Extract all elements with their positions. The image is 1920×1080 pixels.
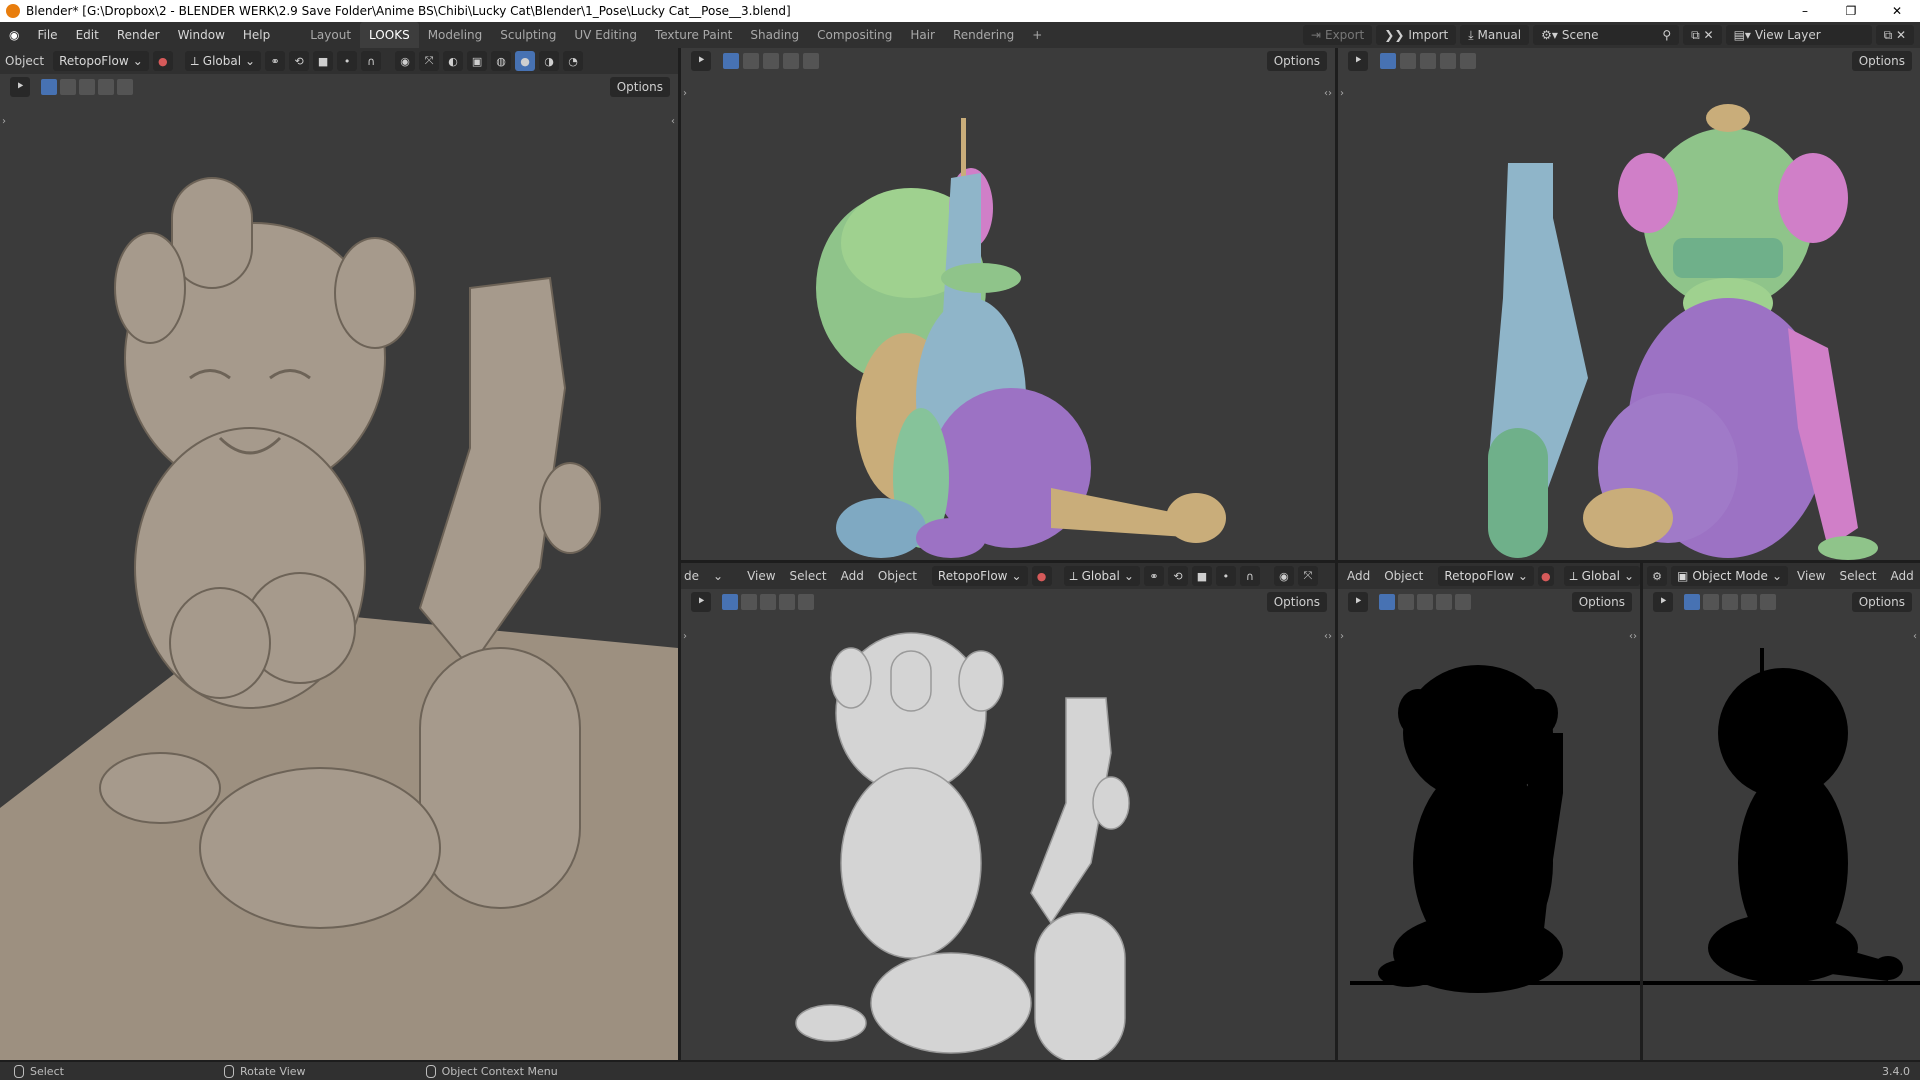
mouse-left-icon <box>14 1064 24 1078</box>
status-context-menu: Object Context Menu <box>425 1064 558 1078</box>
blender-menu-icon[interactable]: ◉ <box>0 22 28 48</box>
import-button[interactable]: ❯❯ Import <box>1376 25 1457 45</box>
mouse-right-icon <box>425 1064 436 1078</box>
menu-window[interactable]: Window <box>169 22 234 48</box>
menu-render[interactable]: Render <box>108 22 169 48</box>
viewport-bottom-right-a[interactable]: Add Object RetopoFlow ⌄ ● ⟂ Global ⌄ ⯈ Opti… <box>1338 563 1640 1060</box>
status-select: Select <box>14 1064 64 1078</box>
tab-sculpting[interactable]: Sculpting <box>491 22 565 48</box>
tab-modeling[interactable]: Modeling <box>419 22 492 48</box>
manual-button[interactable]: ⤓ Manual <box>1460 25 1530 45</box>
restore-button[interactable]: ❐ <box>1828 0 1874 22</box>
close-button[interactable]: ✕ <box>1874 0 1920 22</box>
scene-selector[interactable]: ⚙▾ Scene ⚲ <box>1533 25 1680 45</box>
export-button[interactable]: ⇥ Export <box>1302 25 1373 45</box>
tab-compositing[interactable]: Compositing <box>808 22 901 48</box>
mouse-middle-icon <box>223 1064 234 1078</box>
silhouette-front <box>1350 665 1640 993</box>
sculpt-model-render <box>0 177 678 1060</box>
blender-logo-icon <box>6 4 20 18</box>
silhouette-side <box>1643 648 1920 985</box>
viewport-left[interactable]: Object RetopoFlow ⌄ ● ⟂ Global ⌄ ⚭ ⟲ ■ • ∩ … <box>0 48 678 1060</box>
export-icon: ⇥ <box>1310 28 1321 42</box>
menu-help[interactable]: Help <box>234 22 279 48</box>
menu-file[interactable]: File <box>28 22 66 48</box>
tab-uv-editing[interactable]: UV Editing <box>565 22 646 48</box>
view-layer-selector[interactable]: ▤▾ View Layer <box>1725 25 1872 45</box>
menu-edit[interactable]: Edit <box>67 22 108 48</box>
front-view-gray-model <box>795 632 1130 1060</box>
download-icon: ⤓ <box>1468 28 1474 42</box>
tab-hair[interactable]: Hair <box>901 22 944 48</box>
viewport-bottom-right-b[interactable]: ⚙ ▣ Object Mode ⌄ View Select Add ⯈ Option… <box>1643 563 1920 1060</box>
back-view-colored-model <box>1488 104 1878 560</box>
character-figure <box>99 177 601 929</box>
status-rotate: Rotate View <box>223 1064 306 1078</box>
tab-rendering[interactable]: Rendering <box>944 22 1023 48</box>
minimize-button[interactable]: – <box>1782 0 1828 22</box>
version-label: 3.4.0 <box>1882 1064 1910 1078</box>
status-bar: Select Rotate View Object Context Menu 3… <box>0 1062 1920 1080</box>
tab-shading[interactable]: Shading <box>741 22 808 48</box>
view-layer-icon: ▤▾ <box>1733 28 1751 42</box>
viewport-top-mid[interactable]: ⯈ Options › ‹› <box>681 48 1335 560</box>
tab-layout[interactable]: Layout <box>301 22 360 48</box>
top-menu-bar: ◉ File Edit Render Window Help Layout LO… <box>0 22 1920 48</box>
side-view-colored-model <box>816 118 1226 558</box>
pin-icon[interactable]: ⚲ <box>1662 25 1671 45</box>
tab-looks[interactable]: LOOKS <box>360 22 419 48</box>
add-workspace-button[interactable]: + <box>1023 22 1051 48</box>
viewport-top-right[interactable]: ⯈ Options › <box>1338 48 1920 560</box>
scene-icon: ⚙▾ <box>1541 28 1558 42</box>
import-icon: ❯❯ <box>1384 28 1405 42</box>
window-controls: – ❐ ✕ <box>1782 0 1920 22</box>
tab-texture-paint[interactable]: Texture Paint <box>646 22 741 48</box>
new-scene-button[interactable]: ⧉ ✕ <box>1683 25 1722 45</box>
viewport-bottom-mid[interactable]: de ⌄ View Select Add Object RetopoFlow ⌄ … <box>681 563 1335 1060</box>
title-bar: Blender* [G:\Dropbox\2 - BLENDER WERK\2.… <box>0 0 1920 22</box>
window-title: Blender* [G:\Dropbox\2 - BLENDER WERK\2.… <box>26 4 791 18</box>
new-view-layer-button[interactable]: ⧉ ✕ <box>1875 25 1914 45</box>
